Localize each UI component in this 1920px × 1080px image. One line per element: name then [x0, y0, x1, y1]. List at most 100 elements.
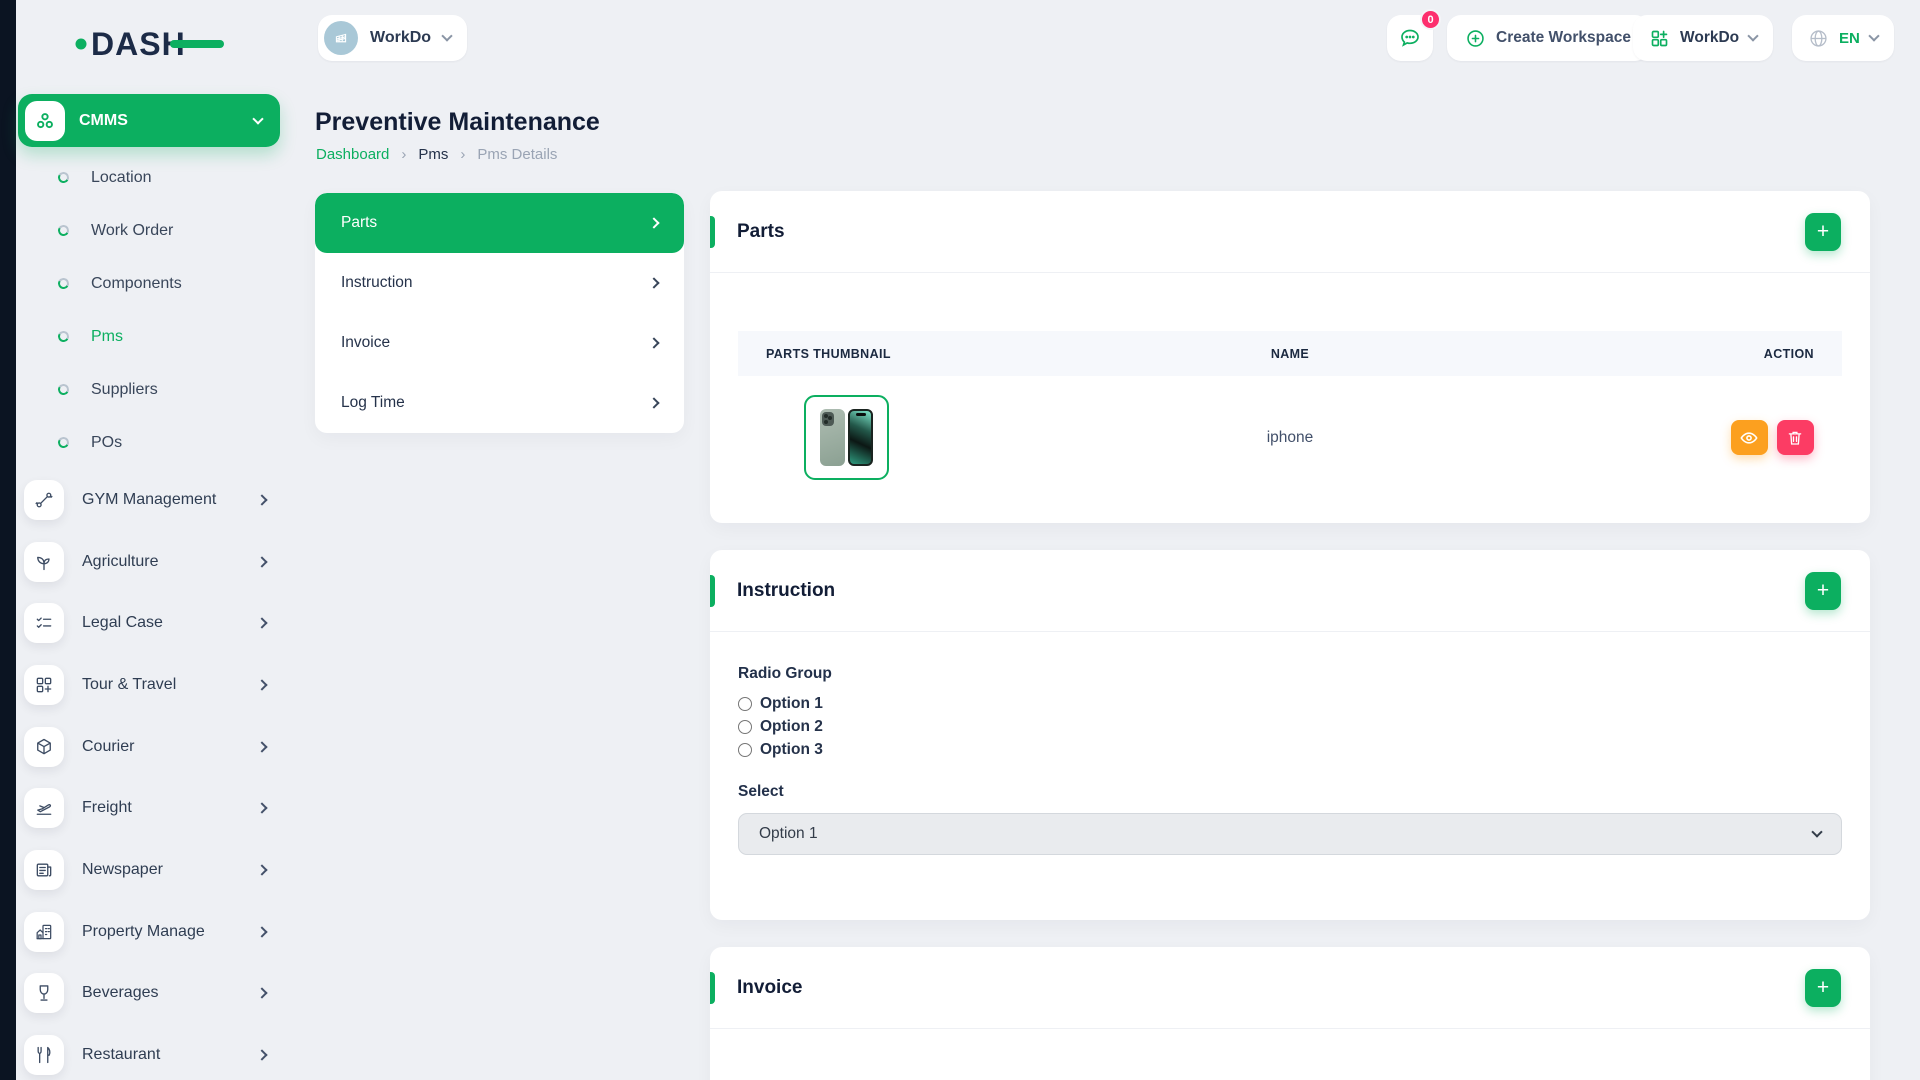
breadcrumb-dashboard[interactable]: Dashboard [316, 146, 389, 163]
cmms-submenu: Location Work Order Components Pms Suppl… [16, 151, 294, 469]
chevron-right-icon [256, 556, 267, 567]
sidebar-item-work-order[interactable]: Work Order [16, 204, 294, 257]
view-part-button[interactable] [1731, 420, 1768, 455]
workdo-apps-button[interactable]: WorkDo [1633, 15, 1773, 61]
section-accent-bar [710, 216, 715, 248]
delete-part-button[interactable] [1777, 420, 1814, 455]
chevron-down-icon [1747, 30, 1758, 41]
tour-travel-icon [24, 665, 64, 705]
chevron-down-icon [441, 30, 452, 41]
language-code: EN [1839, 30, 1860, 47]
radio-option-1[interactable]: Option 1 [738, 695, 1842, 713]
bullet-icon [57, 171, 70, 184]
workspace-avatar [324, 21, 358, 55]
sidebar-item-cmms[interactable]: CMMS [18, 94, 280, 147]
chevron-right-icon [256, 988, 267, 999]
create-workspace-button[interactable]: Create Workspace [1447, 15, 1649, 61]
workspace-switcher[interactable]: WorkDo [318, 15, 467, 61]
iphone-front-image [848, 409, 873, 466]
parts-header: Parts + [710, 191, 1870, 273]
bullet-icon [57, 277, 70, 290]
bullet-icon [57, 436, 70, 449]
part-thumbnail[interactable] [804, 395, 889, 480]
plus-circle-icon [1465, 28, 1486, 49]
sidebar-item-gym-management[interactable]: GYM Management [16, 469, 294, 531]
dash-logo[interactable]: DASH [74, 22, 226, 64]
invoice-section: Invoice + [710, 947, 1870, 1080]
grid-plus-icon [1649, 28, 1670, 49]
chevron-right-icon [648, 337, 659, 348]
sidebar-item-courier[interactable]: Courier [16, 716, 294, 778]
detail-tabs: Parts Instruction Invoice Log Time [315, 193, 684, 433]
restaurant-icon [24, 1035, 64, 1075]
sidebar-item-legal-case[interactable]: Legal Case [16, 592, 294, 654]
sidebar-item-tour-travel[interactable]: Tour & Travel [16, 654, 294, 716]
trash-icon [1786, 429, 1804, 447]
sidebar-item-label: CMMS [79, 112, 240, 130]
add-part-button[interactable]: + [1805, 213, 1841, 251]
sidebar-item-suppliers[interactable]: Suppliers [16, 363, 294, 416]
gym-icon [24, 480, 64, 520]
tab-instruction[interactable]: Instruction [315, 253, 684, 313]
add-instruction-button[interactable]: + [1805, 572, 1841, 610]
chevron-right-icon [256, 618, 267, 629]
chevron-right-icon [648, 277, 659, 288]
workspace-name: WorkDo [370, 29, 431, 47]
sidebar-item-pos[interactable]: POs [16, 416, 294, 469]
tab-parts[interactable]: Parts [315, 193, 684, 253]
messages-button[interactable]: 0 [1387, 15, 1433, 61]
radio-input-3[interactable] [738, 743, 752, 757]
left-dark-rail [0, 0, 16, 1080]
agriculture-icon [24, 542, 64, 582]
sidebar-modules: GYM Management Agriculture Legal [16, 469, 294, 1080]
section-accent-bar [710, 972, 715, 1004]
courier-icon [24, 727, 64, 767]
dash-logo-icon: DASH [74, 22, 226, 64]
radio-input-2[interactable] [738, 720, 752, 734]
sidebar-item-restaurant[interactable]: Restaurant [16, 1024, 294, 1080]
newspaper-icon [24, 850, 64, 890]
sidebar-item-components[interactable]: Components [16, 257, 294, 310]
eye-icon [1739, 428, 1759, 448]
cmms-icon [25, 101, 65, 141]
freight-icon [24, 788, 64, 828]
chevron-right-icon [648, 397, 659, 408]
add-invoice-button[interactable]: + [1805, 969, 1841, 1007]
chevron-right-icon [256, 926, 267, 937]
breadcrumb-separator: › [460, 146, 465, 163]
chevron-right-icon [256, 864, 267, 875]
sidebar-item-location[interactable]: Location [16, 151, 294, 204]
chevron-down-icon [252, 113, 263, 124]
radio-option-2[interactable]: Option 2 [738, 718, 1842, 736]
parts-table-header: PARTS THUMBNAIL NAME ACTION [738, 331, 1842, 376]
radio-input-1[interactable] [738, 697, 752, 711]
tab-invoice[interactable]: Invoice [315, 313, 684, 373]
sidebar-item-beverages[interactable]: Beverages [16, 963, 294, 1025]
sidebar-item-property-manage[interactable]: Property Manage [16, 901, 294, 963]
chevron-down-icon [1811, 826, 1822, 837]
sidebar-item-pms[interactable]: Pms [16, 310, 294, 363]
chevron-right-icon [256, 741, 267, 752]
breadcrumb-pms[interactable]: Pms [418, 146, 448, 163]
page-title: Preventive Maintenance [315, 108, 600, 137]
bullet-icon [57, 330, 70, 343]
table-row: iphone [738, 376, 1842, 504]
chevron-right-icon [648, 217, 659, 228]
sidebar-item-newspaper[interactable]: Newspaper [16, 839, 294, 901]
sidebar-item-freight[interactable]: Freight [16, 777, 294, 839]
sidebar-item-agriculture[interactable]: Agriculture [16, 531, 294, 593]
tab-log-time[interactable]: Log Time [315, 373, 684, 433]
instruction-header: Instruction + [710, 550, 1870, 632]
bullet-icon [57, 224, 70, 237]
instruction-section: Instruction + Radio Group Option 1 Optio… [710, 550, 1870, 920]
radio-option-3[interactable]: Option 3 [738, 741, 1842, 759]
language-selector[interactable]: EN [1792, 15, 1894, 61]
parts-table: PARTS THUMBNAIL NAME ACTION iphone [738, 331, 1842, 504]
section-accent-bar [710, 575, 715, 607]
chevron-right-icon [256, 679, 267, 690]
globe-icon [1808, 28, 1829, 49]
legal-case-icon [24, 603, 64, 643]
radio-group: Option 1 Option 2 Option 3 [738, 695, 1842, 759]
chevron-right-icon [256, 1049, 267, 1060]
option-select[interactable]: Option 1 [738, 813, 1842, 855]
